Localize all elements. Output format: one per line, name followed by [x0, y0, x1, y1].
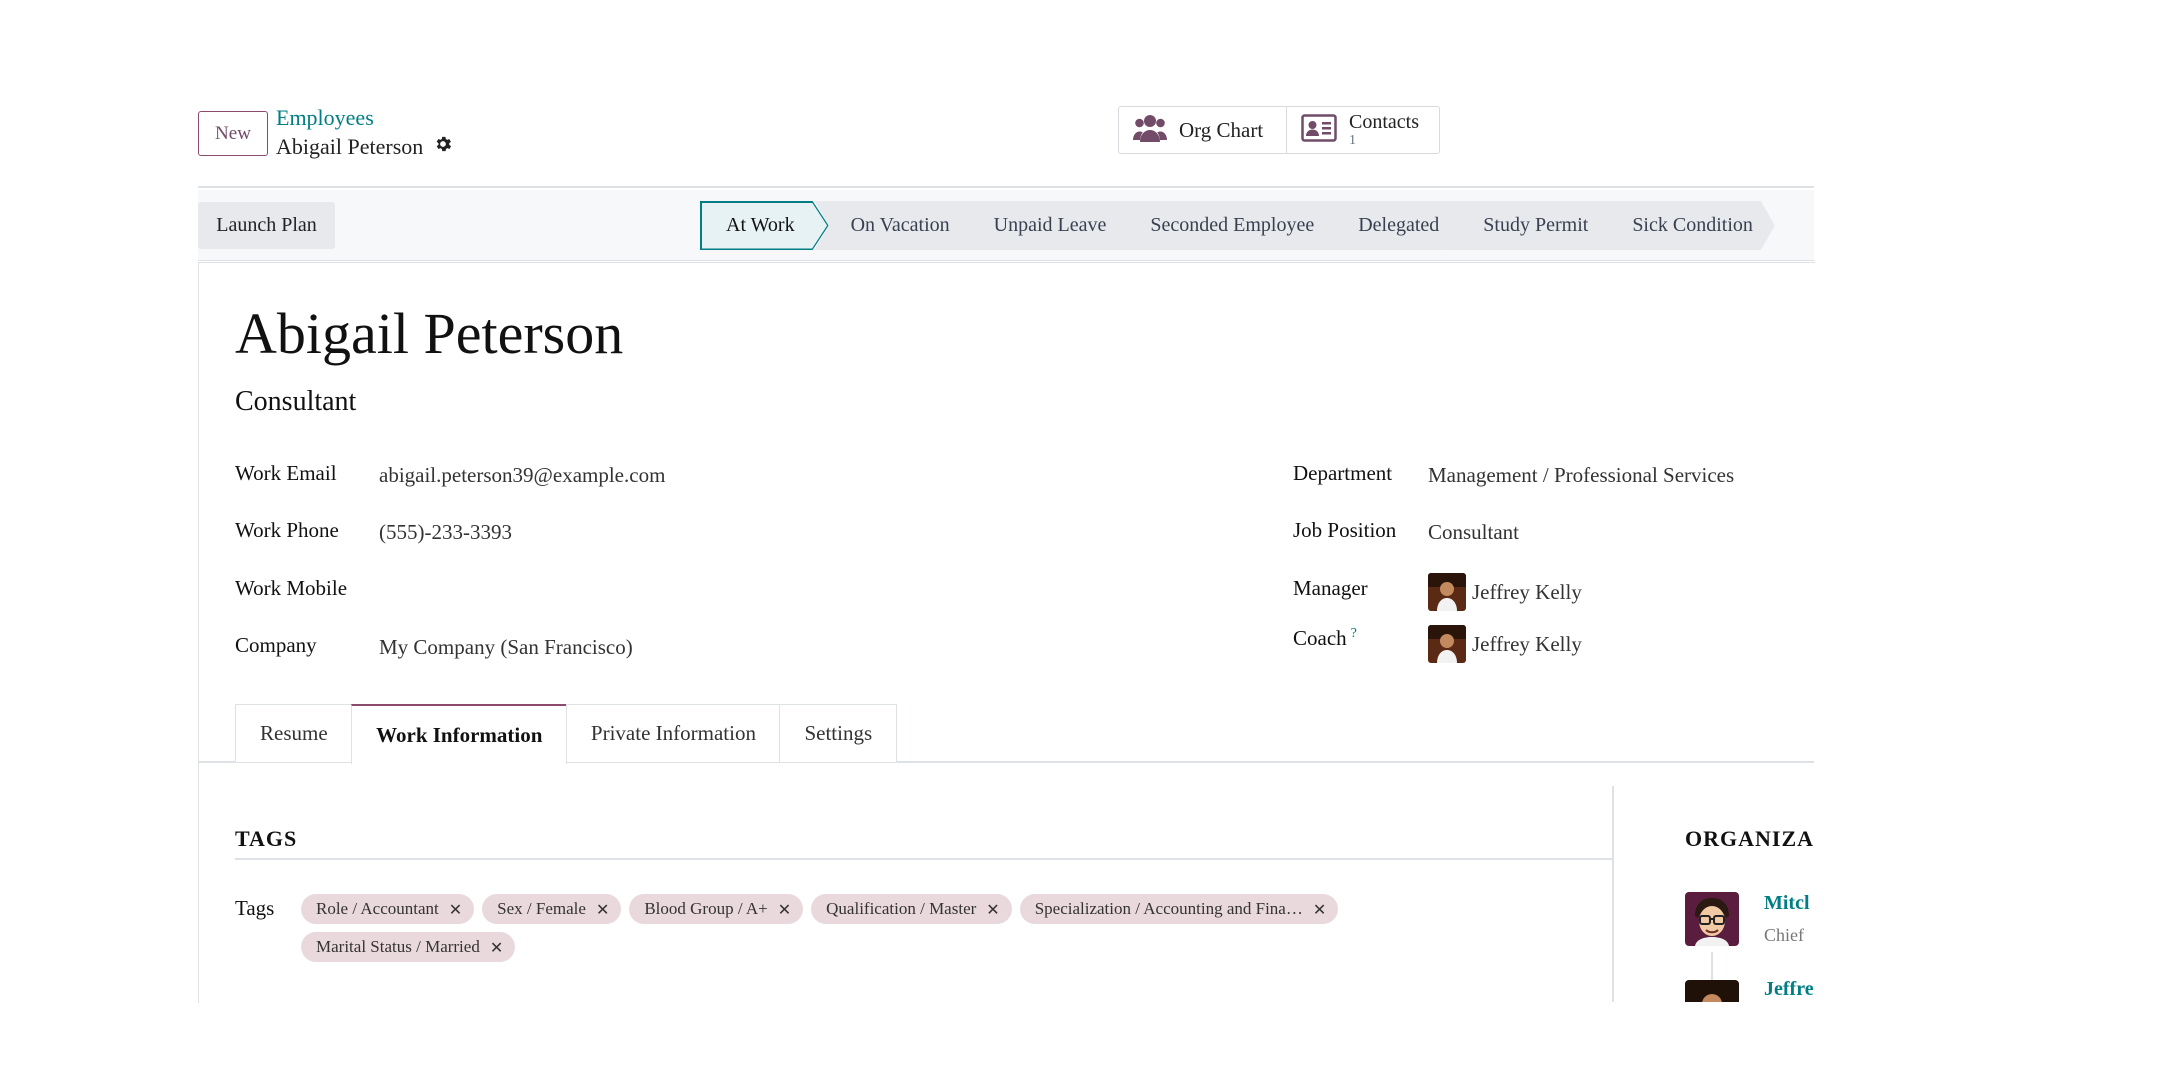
stage-label: Seconded Employee	[1150, 214, 1315, 236]
org-chart-button[interactable]: Org Chart	[1119, 107, 1287, 153]
org-person-avatar	[1685, 892, 1739, 946]
close-icon[interactable]: ✕	[1313, 900, 1326, 919]
tags-label: Tags	[235, 896, 275, 920]
work-email-label: Work Email	[235, 461, 337, 485]
launch-plan-button[interactable]: Launch Plan	[198, 202, 335, 249]
work-mobile-label: Work Mobile	[235, 576, 348, 600]
manager-name: Jeffrey Kelly	[1472, 579, 1582, 604]
tag-label: Marital Status / Married	[316, 937, 480, 956]
stage-label: At Work	[726, 214, 795, 236]
section-divider	[235, 858, 1612, 860]
close-icon[interactable]: ✕	[986, 900, 999, 919]
manager-avatar	[1428, 573, 1466, 611]
new-button[interactable]: New	[198, 111, 268, 156]
coach-avatar	[1428, 625, 1466, 663]
control-panel-divider	[198, 186, 1814, 188]
department-label: Department	[1293, 461, 1393, 485]
coach-label: Coach?	[1293, 626, 1357, 651]
stage-label: On Vacation	[850, 214, 950, 236]
users-icon	[1133, 113, 1167, 148]
employee-job-title[interactable]: Consultant	[235, 386, 356, 418]
work-phone-field[interactable]: (555)-233-3393	[379, 520, 512, 545]
company-label: Company	[235, 633, 317, 657]
breadcrumb-current-label: Abigail Peterson	[276, 134, 424, 159]
address-card-icon	[1301, 113, 1337, 147]
breadcrumb-employees[interactable]: Employees	[276, 105, 374, 131]
employee-name[interactable]: Abigail Peterson	[235, 300, 623, 367]
contacts-count: 1	[1349, 133, 1356, 148]
tags-field[interactable]: Role / Accountant ✕ Sex / Female ✕ Blood G…	[301, 894, 1461, 962]
close-icon[interactable]: ✕	[490, 938, 503, 957]
column-separator	[1612, 786, 1614, 1002]
stage-at-work[interactable]: At Work	[700, 201, 829, 250]
contacts-label: Contacts	[1349, 111, 1419, 133]
manager-label: Manager	[1293, 576, 1368, 600]
notebook-tabs: Resume Work Information Private Informat…	[235, 704, 898, 764]
org-person-name[interactable]: Mitcl	[1764, 892, 1810, 915]
company-field[interactable]: My Company (San Francisco)	[379, 635, 633, 660]
org-person-title: Chief	[1764, 925, 1804, 945]
tag-pill[interactable]: Role / Accountant ✕	[301, 894, 475, 924]
tag-pill[interactable]: Qualification / Master ✕	[811, 894, 1012, 924]
stage-delegated[interactable]: Delegated	[1322, 201, 1461, 250]
tags-section-title: TAGS	[235, 826, 298, 851]
tab-resume[interactable]: Resume	[235, 704, 353, 762]
tag-pill[interactable]: Specialization / Accounting and Fina… ✕	[1019, 894, 1339, 924]
contacts-button[interactable]: Contacts 1	[1287, 107, 1433, 153]
tag-pill[interactable]: Blood Group / A+ ✕	[629, 894, 804, 924]
tag-pill[interactable]: Marital Status / Married ✕	[301, 932, 516, 962]
stage-study-permit[interactable]: Study Permit	[1447, 201, 1610, 250]
stage-label: Sick Condition	[1632, 214, 1753, 236]
org-chart-title: ORGANIZA	[1685, 826, 1815, 851]
tag-label: Specialization / Accounting and Fina…	[1034, 899, 1303, 918]
coach-name: Jeffrey Kelly	[1472, 631, 1582, 656]
coach-label-text: Coach	[1293, 626, 1347, 650]
stage-on-vacation[interactable]: On Vacation	[815, 201, 972, 250]
stage-label: Delegated	[1358, 214, 1440, 236]
tab-work-information[interactable]: Work Information	[351, 704, 568, 764]
org-person-name[interactable]: Jeffre	[1764, 980, 1814, 1001]
stage-label: Unpaid Leave	[993, 214, 1107, 236]
close-icon[interactable]: ✕	[596, 900, 609, 919]
department-field[interactable]: Management / Professional Services	[1428, 463, 1734, 488]
work-mobile-field[interactable]	[379, 578, 879, 604]
work-phone-label: Work Phone	[235, 518, 339, 542]
tab-private-information[interactable]: Private Information	[565, 704, 781, 762]
org-person[interactable]: Jeffre	[1685, 980, 1815, 1002]
close-icon[interactable]: ✕	[449, 900, 462, 919]
close-icon[interactable]: ✕	[778, 900, 791, 919]
breadcrumb-current: Abigail Peterson	[276, 134, 453, 160]
work-email-field[interactable]: abigail.peterson39@example.com	[379, 463, 665, 488]
job-position-label: Job Position	[1293, 518, 1397, 542]
tag-label: Blood Group / A+	[644, 899, 768, 918]
org-person-avatar	[1685, 980, 1739, 1002]
org-person[interactable]: Mitcl Chief	[1685, 892, 1815, 952]
manager-field[interactable]: Jeffrey Kelly	[1428, 573, 1582, 611]
stage-label: Study Permit	[1483, 214, 1589, 236]
stage-seconded-employee[interactable]: Seconded Employee	[1114, 201, 1336, 250]
coach-field[interactable]: Jeffrey Kelly	[1428, 625, 1582, 663]
tag-pill[interactable]: Sex / Female ✕	[482, 894, 622, 924]
tag-label: Qualification / Master	[826, 899, 977, 918]
gear-icon[interactable]	[433, 134, 453, 160]
tag-label: Role / Accountant	[316, 899, 439, 918]
smart-buttons: Org Chart Contacts 1	[1118, 106, 1440, 154]
stage-sick-condition[interactable]: Sick Condition	[1596, 201, 1775, 250]
tab-settings[interactable]: Settings	[779, 704, 898, 762]
stage-unpaid-leave[interactable]: Unpaid Leave	[958, 201, 1129, 250]
org-connector	[1711, 952, 1713, 982]
job-position-field[interactable]: Consultant	[1428, 520, 1519, 545]
stage-pipeline: At Work On Vacation Unpaid Leave Seconde…	[700, 201, 1775, 250]
help-tooltip-icon[interactable]: ?	[1351, 626, 1357, 641]
org-chart-label: Org Chart	[1179, 117, 1264, 142]
tag-label: Sex / Female	[497, 899, 586, 918]
